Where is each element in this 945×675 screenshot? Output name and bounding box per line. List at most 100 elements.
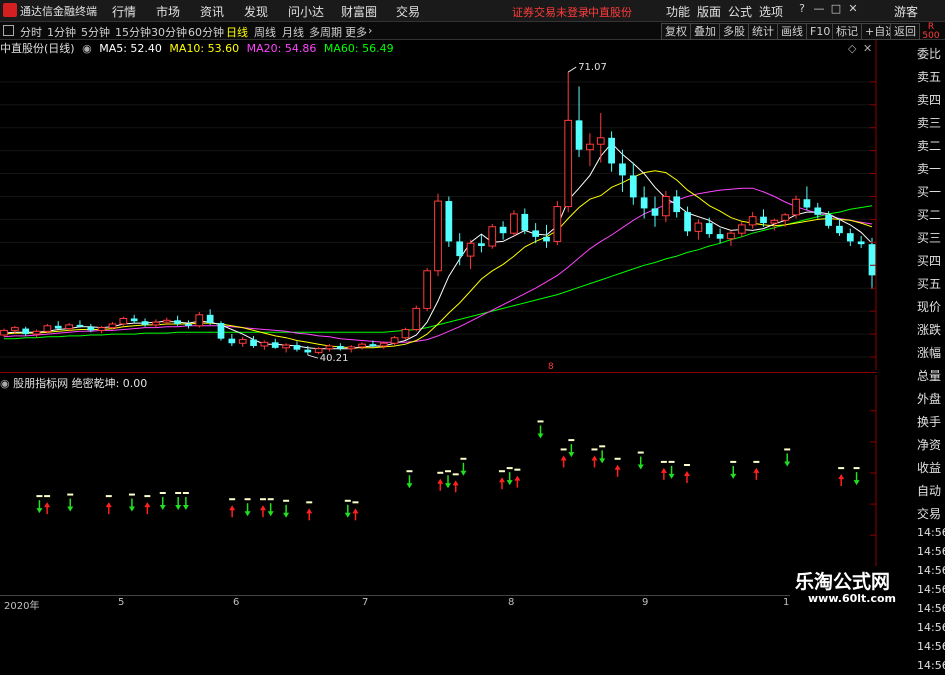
candle [195,312,204,328]
quote-field-label: 涨幅 [917,346,942,360]
sell-signal-arrow [445,470,451,489]
period-weekly[interactable]: 周线 [254,24,276,40]
period-multi[interactable]: 多周期 [309,24,342,40]
period-30min[interactable]: 30分钟 [151,24,187,40]
candle [130,314,138,324]
drag-handle-icon[interactable]: 8 [548,362,554,372]
period-60min[interactable]: 60分钟 [188,24,224,40]
menu-zixun[interactable]: 资讯 [200,3,224,20]
diamond-icon[interactable]: ◇ [848,42,856,55]
candle [586,133,594,167]
candle [401,327,410,340]
sell-signal-arrow [668,460,675,479]
current-stock-name: 中直股份 [588,6,632,19]
period-15min[interactable]: 15分钟 [115,24,151,40]
close-button[interactable]: ✕ [846,2,860,16]
menu-wenxiaoda[interactable]: 问小达 [288,3,324,20]
quote-field-label: 买一 [917,185,942,199]
period-fenshi[interactable]: 分时 [20,24,42,40]
tool-f10[interactable]: F10 [806,23,835,40]
candle [629,162,637,205]
menu-faxian[interactable]: 发现 [244,3,268,20]
candle [553,201,562,246]
window-icon[interactable] [3,25,14,36]
period-5min[interactable]: 5分钟 [81,24,110,40]
tool-huaxian[interactable]: 画线 [777,23,807,40]
candlestick-chart[interactable]: 70.0067.5065.0062.5060.0057.5055.0052.50… [0,40,877,370]
sell-signal-arrow [506,467,513,486]
indicator-toggle-icon[interactable]: ◉ [0,377,10,390]
axis-month-label: 9 [642,597,649,608]
quote-field-label: 外盘 [917,392,942,406]
candle [54,321,62,330]
buy-signal-arrow [591,448,598,468]
tool-diejia[interactable]: 叠加 [690,23,720,40]
buy-signal-arrow [838,467,845,487]
buy-signal-arrow [306,501,313,521]
axis-month-label: 8 [508,597,515,608]
help-button[interactable]: ? [795,2,809,16]
menu-shichang[interactable]: 市场 [156,3,180,20]
period-daily[interactable]: 日线 [226,24,248,40]
menu-hangqing[interactable]: 行情 [112,3,136,20]
tool-tongji[interactable]: 统计 [748,23,778,40]
minimize-button[interactable]: — [812,2,826,16]
candle [282,343,290,353]
quote-field-label: 现价 [917,300,942,314]
menu-caifuquan[interactable]: 财富圈 [341,3,377,20]
candle [43,323,52,334]
candle [456,233,464,266]
login-notice[interactable]: 证券交易未登录 [512,4,589,20]
quote-field-label: 14:56 [917,621,945,634]
candle [521,208,529,235]
sell-signal-arrow [67,493,74,512]
menu-banmian[interactable]: 版面 [697,3,721,20]
tool-biaoji[interactable]: 标记 [832,23,862,40]
quote-field-label: 净资 [917,438,942,452]
quote-field-label: 14:56 [917,659,945,672]
candle [185,320,192,329]
signal-indicator-chart[interactable]: 70.0060.0050.0040.0030.0020.00 [0,375,877,587]
ma10-value: MA10: 53.60 [169,42,240,55]
menu-xuanxiang[interactable]: 选项 [759,3,783,20]
candle [857,235,865,248]
tool-fuquan[interactable]: 复权 [661,23,691,40]
watermark-title: 乐淘公式网 [795,571,891,593]
buy-signal-arrow [660,460,667,480]
candle [478,235,485,253]
guest-label[interactable]: 游客 [894,3,918,20]
menu-jiaoyi[interactable]: 交易 [396,3,420,20]
watermark-url: www.60lt.com [808,592,897,605]
maximize-button[interactable]: □ [829,2,843,16]
menu-gongshi[interactable]: 公式 [728,3,752,20]
sell-signal-arrow [244,498,251,517]
candle [651,196,659,227]
tool-back[interactable]: 返回 [890,23,920,40]
legend-toggle-icon[interactable]: ◉ [82,42,92,55]
quote-field-label: 买五 [917,277,942,291]
axis-month-label: 6 [233,597,240,608]
period-1min[interactable]: 1分钟 [47,24,76,40]
candle [575,86,583,158]
candle [336,343,344,351]
close-panel-icon[interactable]: ✕ [863,42,872,55]
ma-legend: 中直股份(日线) ◉ MA5: 52.40 MA10: 53.60 MA20: … [0,40,398,56]
app-title: 通达信金融终端 [20,5,97,18]
quote-field-label: 卖三 [917,116,942,130]
quote-field-label: 委比 [917,47,942,61]
period-more[interactable]: 更多 [345,24,367,40]
sell-signal-arrow [182,492,189,510]
candle [716,228,724,244]
chevron-right-icon[interactable]: › [368,24,372,37]
buy-signal-arrow [144,495,151,515]
panel-divider[interactable] [0,372,877,373]
period-monthly[interactable]: 月线 [282,24,304,40]
tool-duogu[interactable]: 多股 [719,23,749,40]
candle [0,328,8,337]
ma60-value: MA60: 56.49 [323,42,394,55]
menu-gongneng[interactable]: 功能 [666,3,690,20]
quote-field-label: 14:56 [917,564,945,577]
quote-panel: 委比 卖五 卖四 卖三 卖二 卖一 买一 买二 买三 买四 买五 现价 涨跌 涨幅 总量 外盘 换手 净资 收益 自动… [917,40,945,672]
candle [217,321,225,341]
candle [694,219,703,240]
